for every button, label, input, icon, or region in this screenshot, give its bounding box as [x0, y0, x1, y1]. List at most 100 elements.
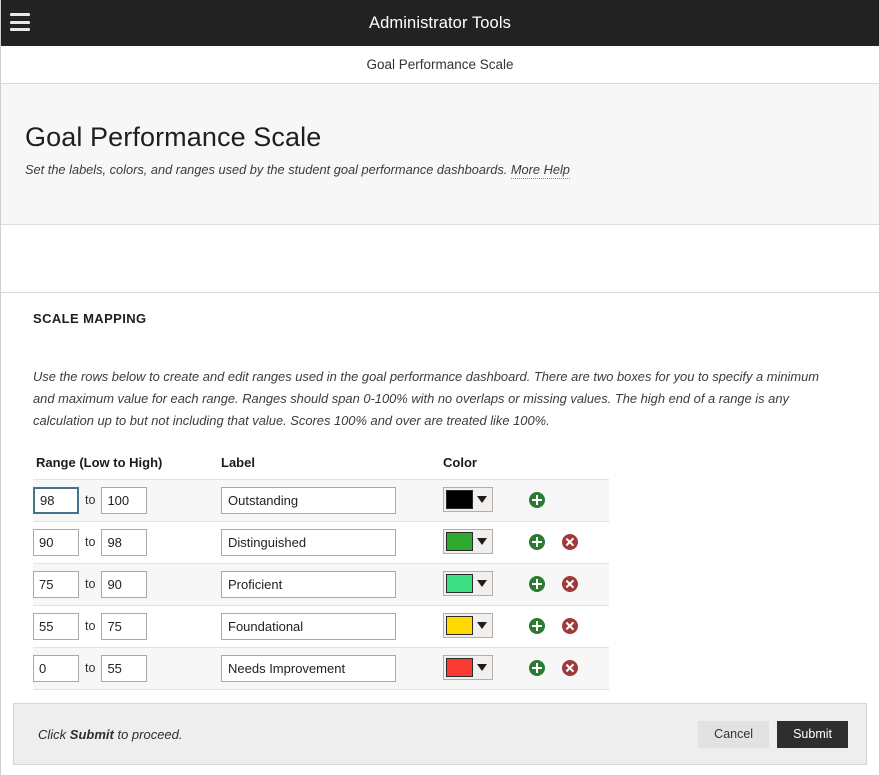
actions-cell	[529, 479, 609, 521]
range-low-input[interactable]	[33, 613, 79, 640]
color-swatch	[446, 616, 473, 635]
range-cell: to	[33, 647, 221, 689]
color-picker[interactable]	[443, 613, 493, 638]
range-cell: to	[33, 563, 221, 605]
label-cell	[221, 479, 443, 521]
chevron-down-icon	[477, 622, 487, 629]
range-low-input[interactable]	[33, 655, 79, 682]
color-cell	[443, 521, 529, 563]
range-high-input[interactable]	[101, 487, 147, 514]
range-low-input[interactable]	[33, 487, 79, 514]
section-title: SCALE MAPPING	[33, 311, 855, 326]
color-picker[interactable]	[443, 655, 493, 680]
range-cell: to	[33, 605, 221, 647]
table-row: to	[33, 605, 609, 647]
label-cell	[221, 647, 443, 689]
table-row: to	[33, 647, 609, 689]
color-picker[interactable]	[443, 529, 493, 554]
chevron-down-icon	[477, 538, 487, 545]
add-circle-icon[interactable]	[529, 576, 545, 592]
delete-circle-icon[interactable]	[562, 660, 578, 676]
app-bar: Administrator Tools	[1, 0, 879, 46]
app-title: Administrator Tools	[1, 14, 879, 33]
color-caret-wrap	[473, 580, 490, 587]
range-high-input[interactable]	[101, 529, 147, 556]
scale-label-input[interactable]	[221, 655, 396, 682]
scale-label-input[interactable]	[221, 529, 396, 556]
footer-bar: Click Submit to proceed. Cancel Submit	[13, 703, 867, 765]
color-swatch	[446, 532, 473, 551]
range-high-input[interactable]	[101, 571, 147, 598]
footer-note-prefix: Click	[38, 727, 70, 742]
range-to-label: to	[79, 493, 101, 507]
range-low-input[interactable]	[33, 529, 79, 556]
more-help-link[interactable]: More Help	[511, 162, 570, 179]
color-cell	[443, 479, 529, 521]
actions-cell	[529, 563, 609, 605]
page-root: Administrator Tools Goal Performance Sca…	[0, 0, 880, 776]
section-help-text: Use the rows below to create and edit ra…	[33, 366, 843, 433]
color-cell	[443, 605, 529, 647]
actions-cell	[529, 647, 609, 689]
column-header-range: Range (Low to High)	[33, 455, 221, 480]
add-circle-icon[interactable]	[529, 660, 545, 676]
table-header-row: Range (Low to High) Label Color	[33, 455, 609, 480]
chevron-down-icon	[477, 580, 487, 587]
color-swatch	[446, 658, 473, 677]
page-subtitle-text: Set the labels, colors, and ranges used …	[25, 162, 507, 177]
actions-cell	[529, 605, 609, 647]
label-cell	[221, 605, 443, 647]
header-spacer	[1, 225, 879, 292]
page-subtitle: Set the labels, colors, and ranges used …	[25, 162, 855, 177]
delete-circle-icon[interactable]	[562, 534, 578, 550]
color-caret-wrap	[473, 538, 490, 545]
range-to-label: to	[79, 619, 101, 633]
color-caret-wrap	[473, 664, 490, 671]
scale-label-input[interactable]	[221, 613, 396, 640]
range-cell: to	[33, 479, 221, 521]
range-low-input[interactable]	[33, 571, 79, 598]
chevron-down-icon	[477, 664, 487, 671]
scale-label-input[interactable]	[221, 571, 396, 598]
add-circle-icon[interactable]	[529, 492, 545, 508]
table-row: to	[33, 479, 609, 521]
footer-note-bold: Submit	[70, 727, 114, 742]
add-circle-icon[interactable]	[529, 618, 545, 634]
delete-circle-icon[interactable]	[562, 576, 578, 592]
range-high-input[interactable]	[101, 655, 147, 682]
range-cell: to	[33, 521, 221, 563]
submit-button[interactable]: Submit	[777, 721, 848, 748]
scale-mapping-section: SCALE MAPPING Use the rows below to crea…	[1, 292, 879, 690]
table-row: to	[33, 521, 609, 563]
label-cell	[221, 521, 443, 563]
breadcrumb-current: Goal Performance Scale	[366, 57, 513, 72]
footer-note: Click Submit to proceed.	[38, 727, 183, 742]
color-cell	[443, 647, 529, 689]
range-to-label: to	[79, 577, 101, 591]
column-header-label: Label	[221, 455, 443, 480]
range-to-label: to	[79, 535, 101, 549]
table-row: to	[33, 563, 609, 605]
footer-buttons: Cancel Submit	[698, 721, 848, 748]
color-swatch	[446, 574, 473, 593]
actions-cell	[529, 521, 609, 563]
page-header-band: Goal Performance Scale Set the labels, c…	[1, 84, 879, 225]
scale-mapping-table: Range (Low to High) Label Color to to to to…	[33, 455, 609, 690]
column-header-color: Color	[443, 455, 529, 480]
add-circle-icon[interactable]	[529, 534, 545, 550]
color-swatch	[446, 490, 473, 509]
label-cell	[221, 563, 443, 605]
range-to-label: to	[79, 661, 101, 675]
color-caret-wrap	[473, 496, 490, 503]
cancel-button[interactable]: Cancel	[698, 721, 769, 748]
column-header-actions	[529, 455, 609, 480]
chevron-down-icon	[477, 496, 487, 503]
breadcrumb: Goal Performance Scale	[1, 46, 879, 84]
color-cell	[443, 563, 529, 605]
color-picker[interactable]	[443, 487, 493, 512]
scale-label-input[interactable]	[221, 487, 396, 514]
delete-circle-icon[interactable]	[562, 618, 578, 634]
color-picker[interactable]	[443, 571, 493, 596]
hamburger-menu-icon[interactable]	[10, 13, 30, 31]
range-high-input[interactable]	[101, 613, 147, 640]
